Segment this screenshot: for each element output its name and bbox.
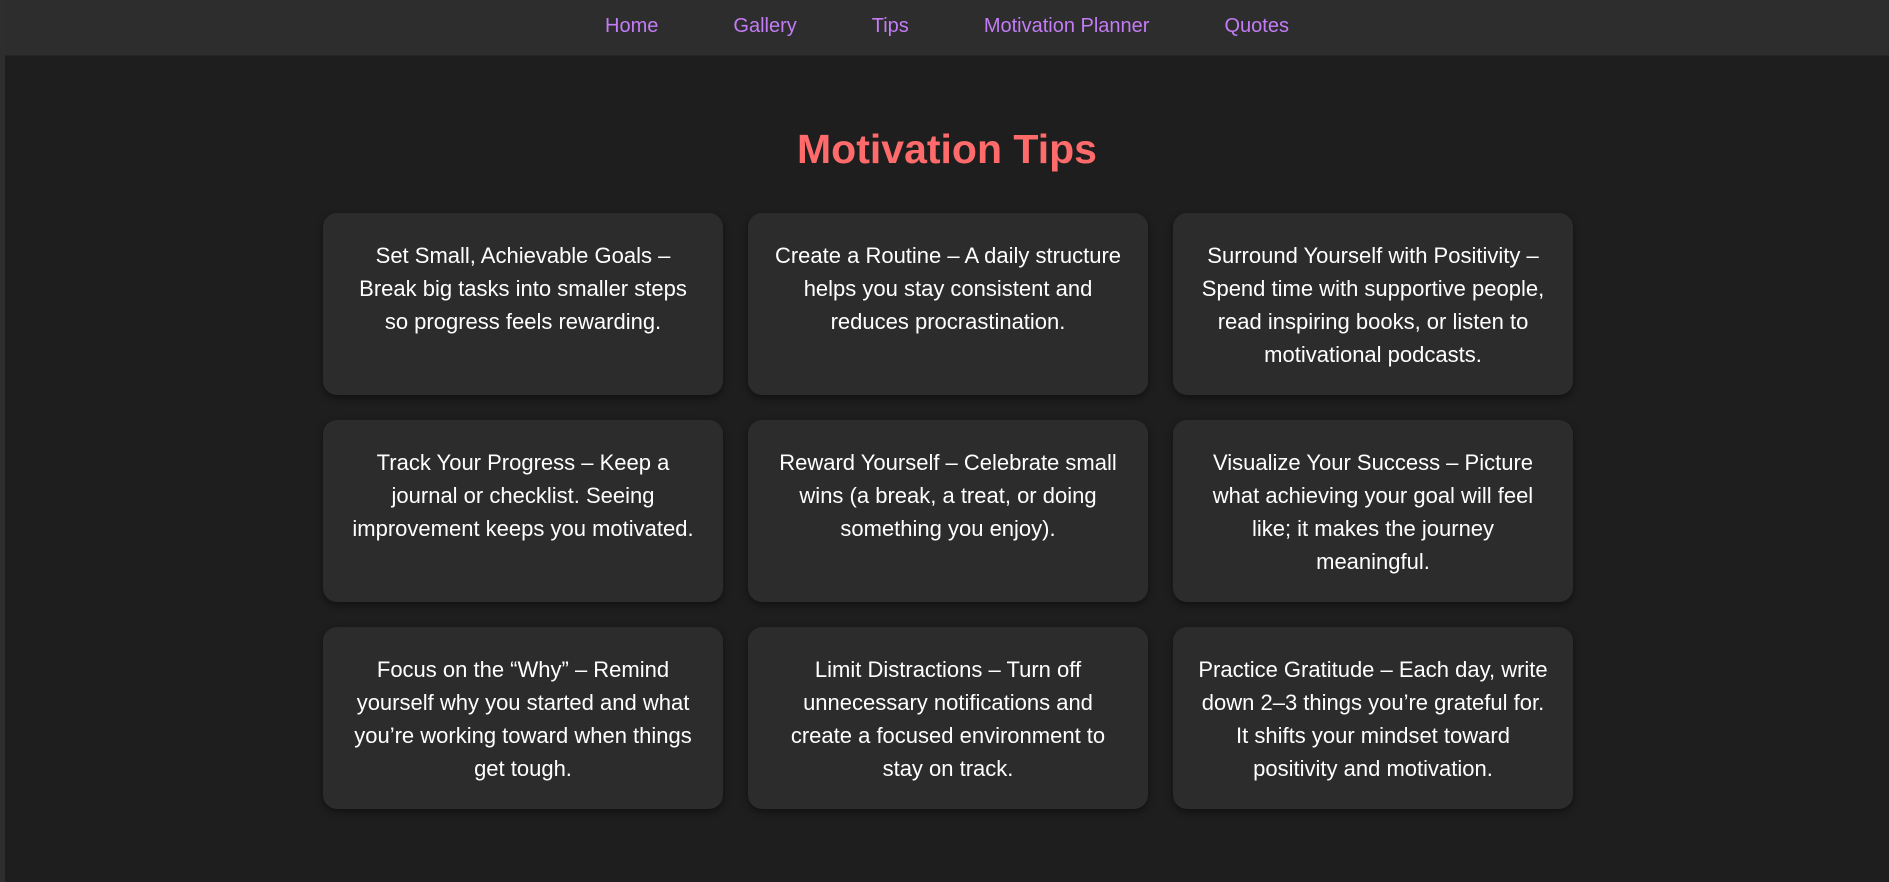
tip-card-distractions: Limit Distractions – Turn off unnecessar… <box>748 627 1148 809</box>
tips-grid: Set Small, Achievable Goals – Break big … <box>322 213 1573 809</box>
tip-card-positivity: Surround Yourself with Positivity – Spen… <box>1173 213 1573 395</box>
top-navigation: Home Gallery Tips Motivation Planner Quo… <box>5 0 1889 56</box>
nav-link-gallery[interactable]: Gallery <box>733 15 796 38</box>
tip-card-track-progress: Track Your Progress – Keep a journal or … <box>323 420 723 602</box>
tip-card-why: Focus on the “Why” – Remind yourself why… <box>323 627 723 809</box>
page-title: Motivation Tips <box>797 126 1097 172</box>
page: Home Gallery Tips Motivation Planner Quo… <box>0 0 1889 882</box>
tip-card-reward: Reward Yourself – Celebrate small wins (… <box>748 420 1148 602</box>
tip-card-visualize: Visualize Your Success – Picture what ac… <box>1173 420 1573 602</box>
nav-link-home[interactable]: Home <box>605 15 658 38</box>
nav-link-motivation-planner[interactable]: Motivation Planner <box>984 15 1150 38</box>
tip-card-set-goals: Set Small, Achievable Goals – Break big … <box>323 213 723 395</box>
tip-card-gratitude: Practice Gratitude – Each day, write dow… <box>1173 627 1573 809</box>
nav-link-tips[interactable]: Tips <box>872 15 909 38</box>
tip-card-routine: Create a Routine – A daily structure hel… <box>748 213 1148 395</box>
nav-link-quotes[interactable]: Quotes <box>1224 15 1288 38</box>
